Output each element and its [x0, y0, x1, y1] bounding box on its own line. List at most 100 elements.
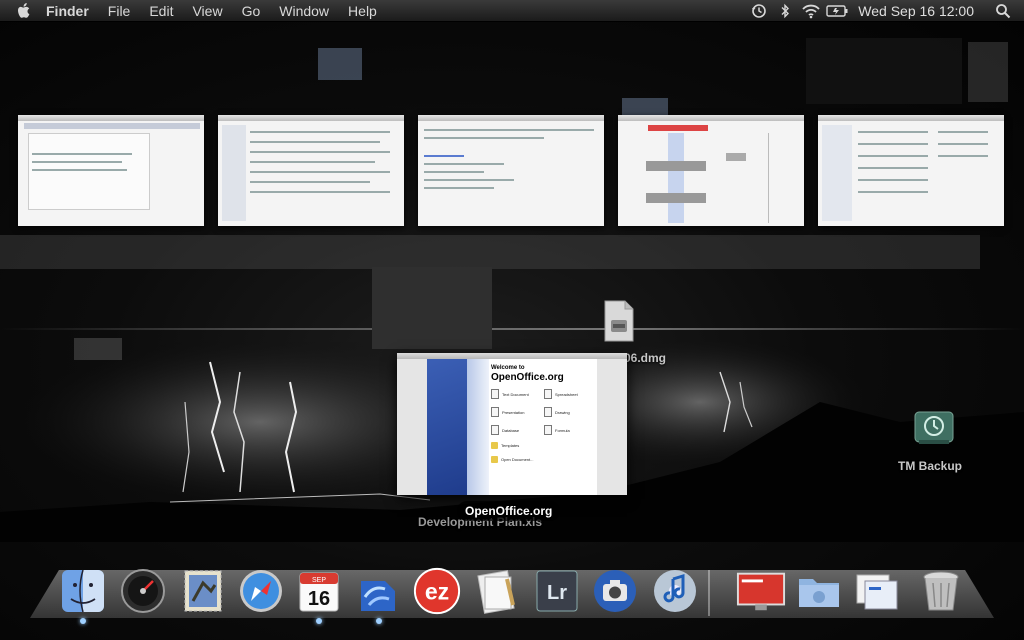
window-margin	[397, 359, 427, 495]
formula-option[interactable]: Formula	[544, 425, 597, 435]
spotlight-icon[interactable]	[992, 0, 1014, 22]
finder-icon	[62, 569, 104, 613]
openoffice-window-preview[interactable]: Welcome to OpenOffice.org Text Document …	[397, 353, 627, 495]
dock-lightroom[interactable]: Lr	[532, 564, 582, 618]
running-indicator	[316, 618, 322, 624]
menu-bar: Finder File Edit View Go Window Help Wed…	[0, 0, 1024, 22]
focused-window-label: OpenOffice.org	[457, 501, 561, 521]
ghost-folder-icon	[622, 98, 668, 116]
menu-view[interactable]: View	[192, 0, 222, 22]
dock-documents-folder[interactable]	[794, 564, 844, 618]
option-label: Text Document	[502, 391, 529, 397]
text-document-option[interactable]: Text Document	[491, 389, 544, 399]
option-label: Spreadsheet	[555, 391, 578, 397]
dock-safari[interactable]	[236, 564, 286, 618]
window-thumbnail[interactable]	[218, 115, 404, 226]
expose-divider	[0, 328, 1024, 330]
dock-finder[interactable]	[58, 564, 108, 624]
wifi-icon[interactable]	[800, 0, 822, 22]
ical-day: 16	[308, 588, 330, 610]
dock-stack[interactable]	[852, 564, 902, 618]
start-center: Welcome to OpenOffice.org Text Document …	[491, 365, 597, 493]
drawing-option[interactable]: Drawing	[544, 407, 597, 417]
dock-dashboard[interactable]	[118, 564, 168, 618]
ghost-window	[968, 42, 1008, 102]
openoffice-banner	[427, 359, 467, 495]
dock-presentation[interactable]	[736, 564, 786, 618]
ghost-folder-icon	[318, 48, 362, 80]
presentation-screen-icon	[736, 572, 786, 611]
spreadsheet-option[interactable]: Spreadsheet	[544, 389, 597, 399]
ez-label: ez	[425, 579, 449, 605]
tm-backup-label[interactable]: TM Backup	[898, 459, 962, 473]
option-label: Drawing	[555, 409, 570, 415]
window-thumbnail[interactable]	[818, 115, 1004, 226]
ghost-drive-icon	[74, 338, 122, 360]
ez-app-icon: ez	[413, 567, 461, 615]
open-document-option[interactable]: Open Document...	[491, 456, 597, 463]
window-thumbnail[interactable]	[618, 115, 804, 226]
preview-icon	[477, 570, 515, 614]
dock-ical[interactable]: SEP 16	[294, 564, 344, 624]
dock-trash[interactable]	[916, 564, 966, 618]
dashboard-icon	[121, 569, 165, 613]
apple-menu-icon[interactable]	[14, 0, 34, 22]
ghost-window	[806, 38, 962, 104]
expose-band	[0, 235, 980, 269]
menu-clock[interactable]: Wed Sep 16 12:00	[858, 3, 974, 19]
disk-image-icon[interactable]	[603, 300, 635, 342]
formula-icon	[544, 425, 552, 435]
ical-month: SEP	[312, 577, 326, 584]
safari-compass-icon	[240, 570, 282, 612]
dock-preview[interactable]	[472, 564, 522, 618]
window-margin	[597, 359, 627, 495]
dmg-label[interactable]: 06.dmg	[624, 351, 666, 365]
openoffice-gulls-icon	[361, 581, 395, 611]
running-indicator	[80, 618, 86, 624]
openoffice-title: OpenOffice.org	[491, 372, 564, 383]
menu-help[interactable]: Help	[348, 0, 377, 22]
lightroom-icon: Lr	[536, 570, 578, 612]
time-machine-drive-icon[interactable]	[913, 408, 955, 448]
time-machine-icon[interactable]	[748, 0, 770, 22]
option-label: Open Document...	[501, 457, 534, 462]
option-label: Formula	[555, 427, 570, 433]
welcome-text: Welcome to	[491, 365, 525, 371]
menu-edit[interactable]: Edit	[149, 0, 173, 22]
document-icon	[491, 389, 499, 399]
menu-finder[interactable]: Finder	[46, 0, 89, 22]
running-indicator	[376, 618, 382, 624]
presentation-option[interactable]: Presentation	[491, 407, 544, 417]
dock-mail[interactable]	[178, 564, 228, 618]
folder-icon	[491, 456, 498, 463]
dock-itunes[interactable]	[650, 564, 700, 618]
dock-openoffice[interactable]	[354, 564, 404, 624]
openoffice-banner-fade	[467, 359, 489, 495]
bluetooth-icon[interactable]	[774, 0, 796, 22]
templates-icon	[491, 442, 498, 449]
option-label: Database	[502, 427, 520, 433]
window-thumbnail[interactable]	[18, 115, 204, 226]
presentation-icon	[491, 407, 499, 417]
menu-file[interactable]: File	[108, 0, 131, 22]
battery-icon[interactable]	[826, 0, 848, 22]
itunes-icon	[654, 570, 696, 612]
documents-stack-icon	[856, 574, 898, 610]
templates-option[interactable]: Templates	[491, 442, 597, 449]
spreadsheet-icon	[544, 389, 552, 399]
dock: SEP 16 ez Lr	[58, 564, 968, 624]
lr-label: Lr	[547, 582, 567, 604]
menu-go[interactable]: Go	[242, 0, 261, 22]
camera-icon	[594, 570, 636, 612]
menu-window[interactable]: Window	[279, 0, 329, 22]
trash-icon	[923, 571, 959, 611]
dock-iphoto[interactable]	[590, 564, 640, 618]
mail-stamp-icon	[184, 570, 222, 612]
window-thumbnail[interactable]	[418, 115, 604, 226]
drawing-icon	[544, 407, 552, 417]
database-option[interactable]: Database	[491, 425, 544, 435]
folder-icon	[799, 579, 839, 607]
dock-ez[interactable]: ez	[412, 564, 462, 618]
dock-separator	[708, 570, 710, 616]
window-preview-placeholder[interactable]	[372, 267, 492, 349]
